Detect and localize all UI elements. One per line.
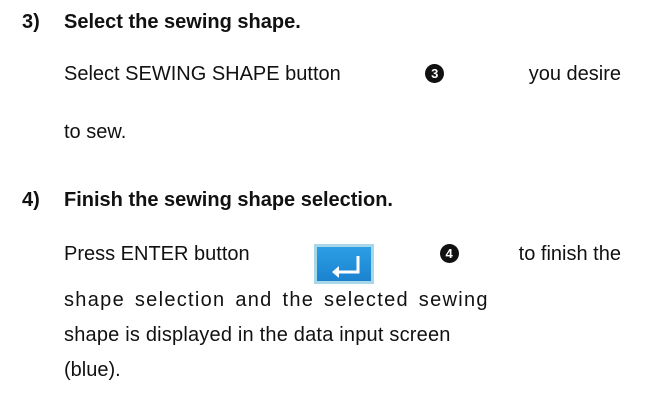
step-instruction-line: shape is displayed in the data input scr…	[64, 324, 451, 346]
enter-button	[313, 244, 374, 284]
instruction-text: shape selection and the selected sewing	[64, 289, 489, 311]
step-instruction-line: Press ENTER button 4 to finish the	[64, 244, 621, 284]
enter-icon	[331, 256, 360, 278]
circled-number-badge: 4	[439, 244, 459, 263]
instruction-text: Press ENTER button	[64, 243, 250, 265]
step-number: 3)	[22, 11, 40, 33]
instruction-text: to finish the	[518, 243, 621, 265]
step-instruction-line: shape selection and the selected sewing	[64, 290, 621, 310]
step-instruction-line: (blue).	[64, 359, 121, 381]
instruction-text: Select SEWING SHAPE button	[64, 63, 341, 85]
step-instruction-line: to sew.	[64, 121, 127, 143]
circled-number-badge: 3	[425, 64, 445, 83]
instruction-text: you desire	[528, 63, 621, 85]
step-instruction-line: Select SEWING SHAPE button 3 you desire	[64, 64, 621, 84]
step-number: 4)	[22, 189, 40, 211]
step-title: Finish the sewing shape selection.	[64, 189, 393, 211]
step-title: Select the sewing shape.	[64, 11, 301, 33]
